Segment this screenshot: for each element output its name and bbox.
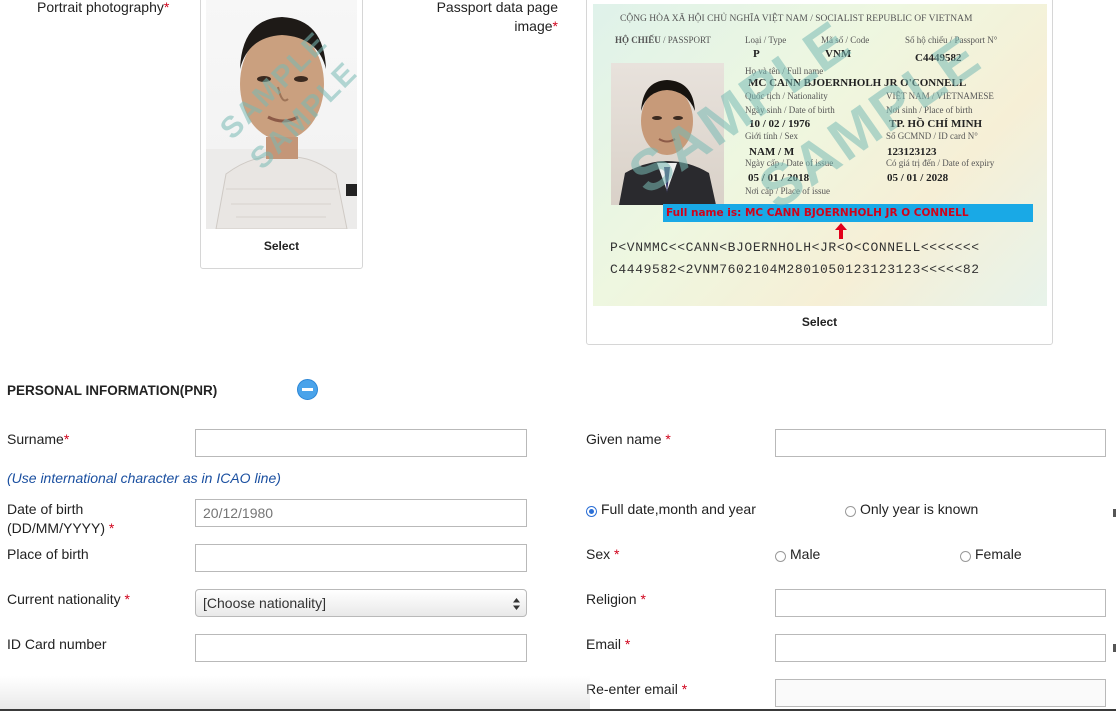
id-card-label: ID Card number	[7, 636, 107, 652]
dob-full-date-radio[interactable]	[586, 506, 597, 517]
passport-doc-label: HỘ CHIẾU / PASSPORT	[615, 35, 711, 45]
section-title: PERSONAL INFORMATION(PNR)	[7, 383, 218, 398]
sex-male-label[interactable]: Male	[790, 545, 820, 564]
dob-year-only-label[interactable]: Only year is known	[860, 500, 978, 519]
sex-female-label[interactable]: Female	[975, 545, 1022, 564]
dob-full-date-label[interactable]: Full date,month and year	[601, 500, 756, 519]
place-of-birth-label: Place of birth	[7, 546, 89, 562]
dob-label: Date of birth (DD/MM/YYYY) *	[7, 501, 115, 536]
sex-label: Sex *	[586, 546, 620, 562]
passport-expiry-label: Có giá trị đến / Date of expiry	[886, 158, 995, 168]
portrait-select-button[interactable]: Select	[201, 239, 362, 253]
surname-label: Surname*	[7, 431, 70, 447]
religion-label: Religion *	[586, 591, 646, 607]
email-input[interactable]	[775, 634, 1106, 662]
passport-mrz-line2: C4449582<2VNM7602104M2801050123123123<<<…	[610, 262, 980, 277]
nationality-select[interactable]: [Choose nationality]	[195, 589, 527, 617]
given-name-input[interactable]	[775, 429, 1106, 457]
portrait-label: Portrait photography*	[37, 0, 170, 15]
dob-input[interactable]	[195, 499, 527, 527]
sex-female-radio[interactable]	[960, 551, 971, 562]
dob-year-only-radio[interactable]	[845, 506, 856, 517]
portrait-image: SAMPLE SAMPLE	[206, 0, 357, 229]
icao-hint: (Use international character as in ICAO …	[7, 470, 281, 486]
place-of-birth-input[interactable]	[195, 544, 527, 572]
reenter-email-input[interactable]	[775, 679, 1106, 707]
sex-male-radio[interactable]	[775, 551, 786, 562]
surname-input[interactable]	[195, 429, 527, 457]
select-arrows-icon	[513, 598, 520, 610]
passport-expiry-value: 05 / 01 / 2028	[887, 172, 949, 184]
callout-arrow-icon	[835, 223, 847, 239]
passport-image: CỘNG HÒA XÃ HỘI CHỦ NGHĨA VIỆT NAM / SOC…	[593, 4, 1047, 306]
minus-circle-icon[interactable]	[297, 379, 318, 400]
passport-mrz-line1: P<VNMMC<<CANN<BJOERNHOLH<JR<O<CONNELL<<<…	[610, 240, 980, 255]
email-label: Email *	[586, 636, 631, 652]
passport-header: CỘNG HÒA XÃ HỘI CHỦ NGHĨA VIỆT NAM / SOC…	[620, 14, 973, 24]
nationality-label: Current nationality *	[7, 591, 130, 607]
bottom-shadow	[0, 676, 590, 711]
passport-name-callout: Full name is: MC CANN BJOERNHOLH JR O CO…	[663, 204, 1033, 222]
religion-input[interactable]	[775, 589, 1106, 617]
passport-card[interactable]: CỘNG HÒA XÃ HỘI CHỦ NGHĨA VIỆT NAM / SOC…	[586, 0, 1053, 345]
passport-id-value: 123123123	[887, 146, 937, 158]
id-card-input[interactable]	[195, 634, 527, 662]
passport-label: Passport data page image*	[436, 0, 558, 34]
passport-select-button[interactable]: Select	[587, 315, 1052, 329]
portrait-card[interactable]: SAMPLE SAMPLE Select	[200, 0, 363, 269]
reenter-email-label: Re-enter email *	[586, 681, 688, 697]
given-name-label: Given name *	[586, 431, 671, 447]
